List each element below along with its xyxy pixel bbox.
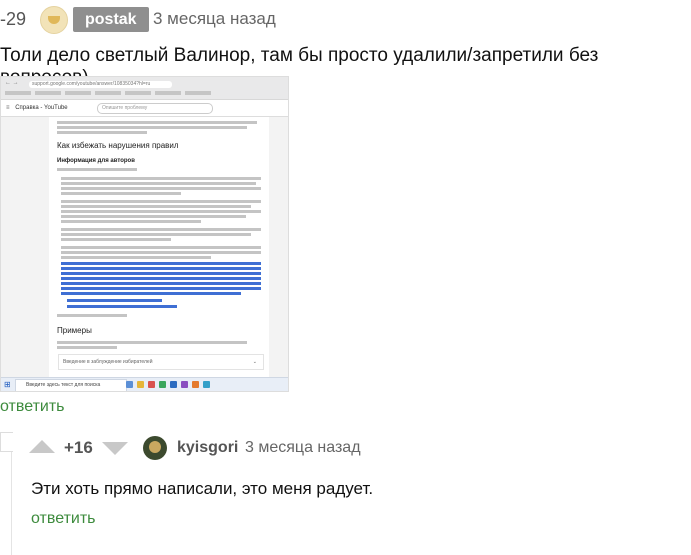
comment-timestamp[interactable]: 3 месяца назад bbox=[245, 439, 361, 457]
app-icon bbox=[137, 381, 144, 388]
thread-line bbox=[11, 452, 12, 555]
help-page-title: Справка - YouTube bbox=[15, 105, 68, 111]
thread-toggle[interactable] bbox=[0, 432, 13, 452]
examples-heading: Примеры bbox=[57, 326, 92, 335]
windows-taskbar: ⊞ Введите здесь текст для поиска bbox=[1, 377, 288, 391]
article-subheading: Информация для авторов bbox=[57, 158, 135, 164]
app-icon bbox=[126, 381, 133, 388]
comment-rating: -29 bbox=[0, 9, 27, 29]
comment-timestamp[interactable]: 3 месяца назад bbox=[153, 9, 276, 29]
browser-toolbar: ← → support.google.com/youtube/answer/10… bbox=[1, 77, 288, 100]
username-link[interactable]: kyisgori bbox=[177, 439, 238, 457]
article-heading: Как избежать нарушения правил bbox=[57, 141, 179, 150]
comment-text: Эти хоть прямо написали, это меня радует… bbox=[31, 479, 374, 498]
app-icon bbox=[148, 381, 155, 388]
reply-link[interactable]: ответить bbox=[31, 510, 96, 528]
chevron-down-icon: ⌄ bbox=[252, 359, 257, 365]
app-icon bbox=[181, 381, 188, 388]
windows-start-icon: ⊞ bbox=[4, 380, 11, 389]
browser-url: support.google.com/youtube/answer/108350… bbox=[29, 81, 172, 88]
attached-screenshot[interactable]: ← → support.google.com/youtube/answer/10… bbox=[0, 76, 289, 392]
avatar[interactable] bbox=[143, 436, 167, 460]
menu-icon: ≡ bbox=[6, 105, 10, 111]
avatar[interactable] bbox=[40, 6, 68, 34]
downvote-icon[interactable] bbox=[102, 442, 128, 455]
app-icon bbox=[192, 381, 199, 388]
upvote-icon[interactable] bbox=[29, 440, 55, 453]
comment-score: +16 bbox=[64, 438, 93, 457]
back-icon: ← → bbox=[5, 80, 19, 86]
help-search: Опишите проблему bbox=[97, 103, 213, 114]
reply-link[interactable]: ответить bbox=[0, 398, 65, 416]
taskbar-search: Введите здесь текст для поиска bbox=[15, 379, 127, 391]
help-header: ≡ Справка - YouTube Опишите проблему bbox=[1, 100, 288, 117]
username-link[interactable]: postak bbox=[73, 7, 149, 32]
app-icon bbox=[170, 381, 177, 388]
help-article: Как избежать нарушения правил Информация… bbox=[49, 117, 269, 391]
app-icon bbox=[203, 381, 210, 388]
app-icon bbox=[159, 381, 166, 388]
accordion-item: Введение в заблуждение избирателей ⌄ bbox=[58, 354, 264, 370]
